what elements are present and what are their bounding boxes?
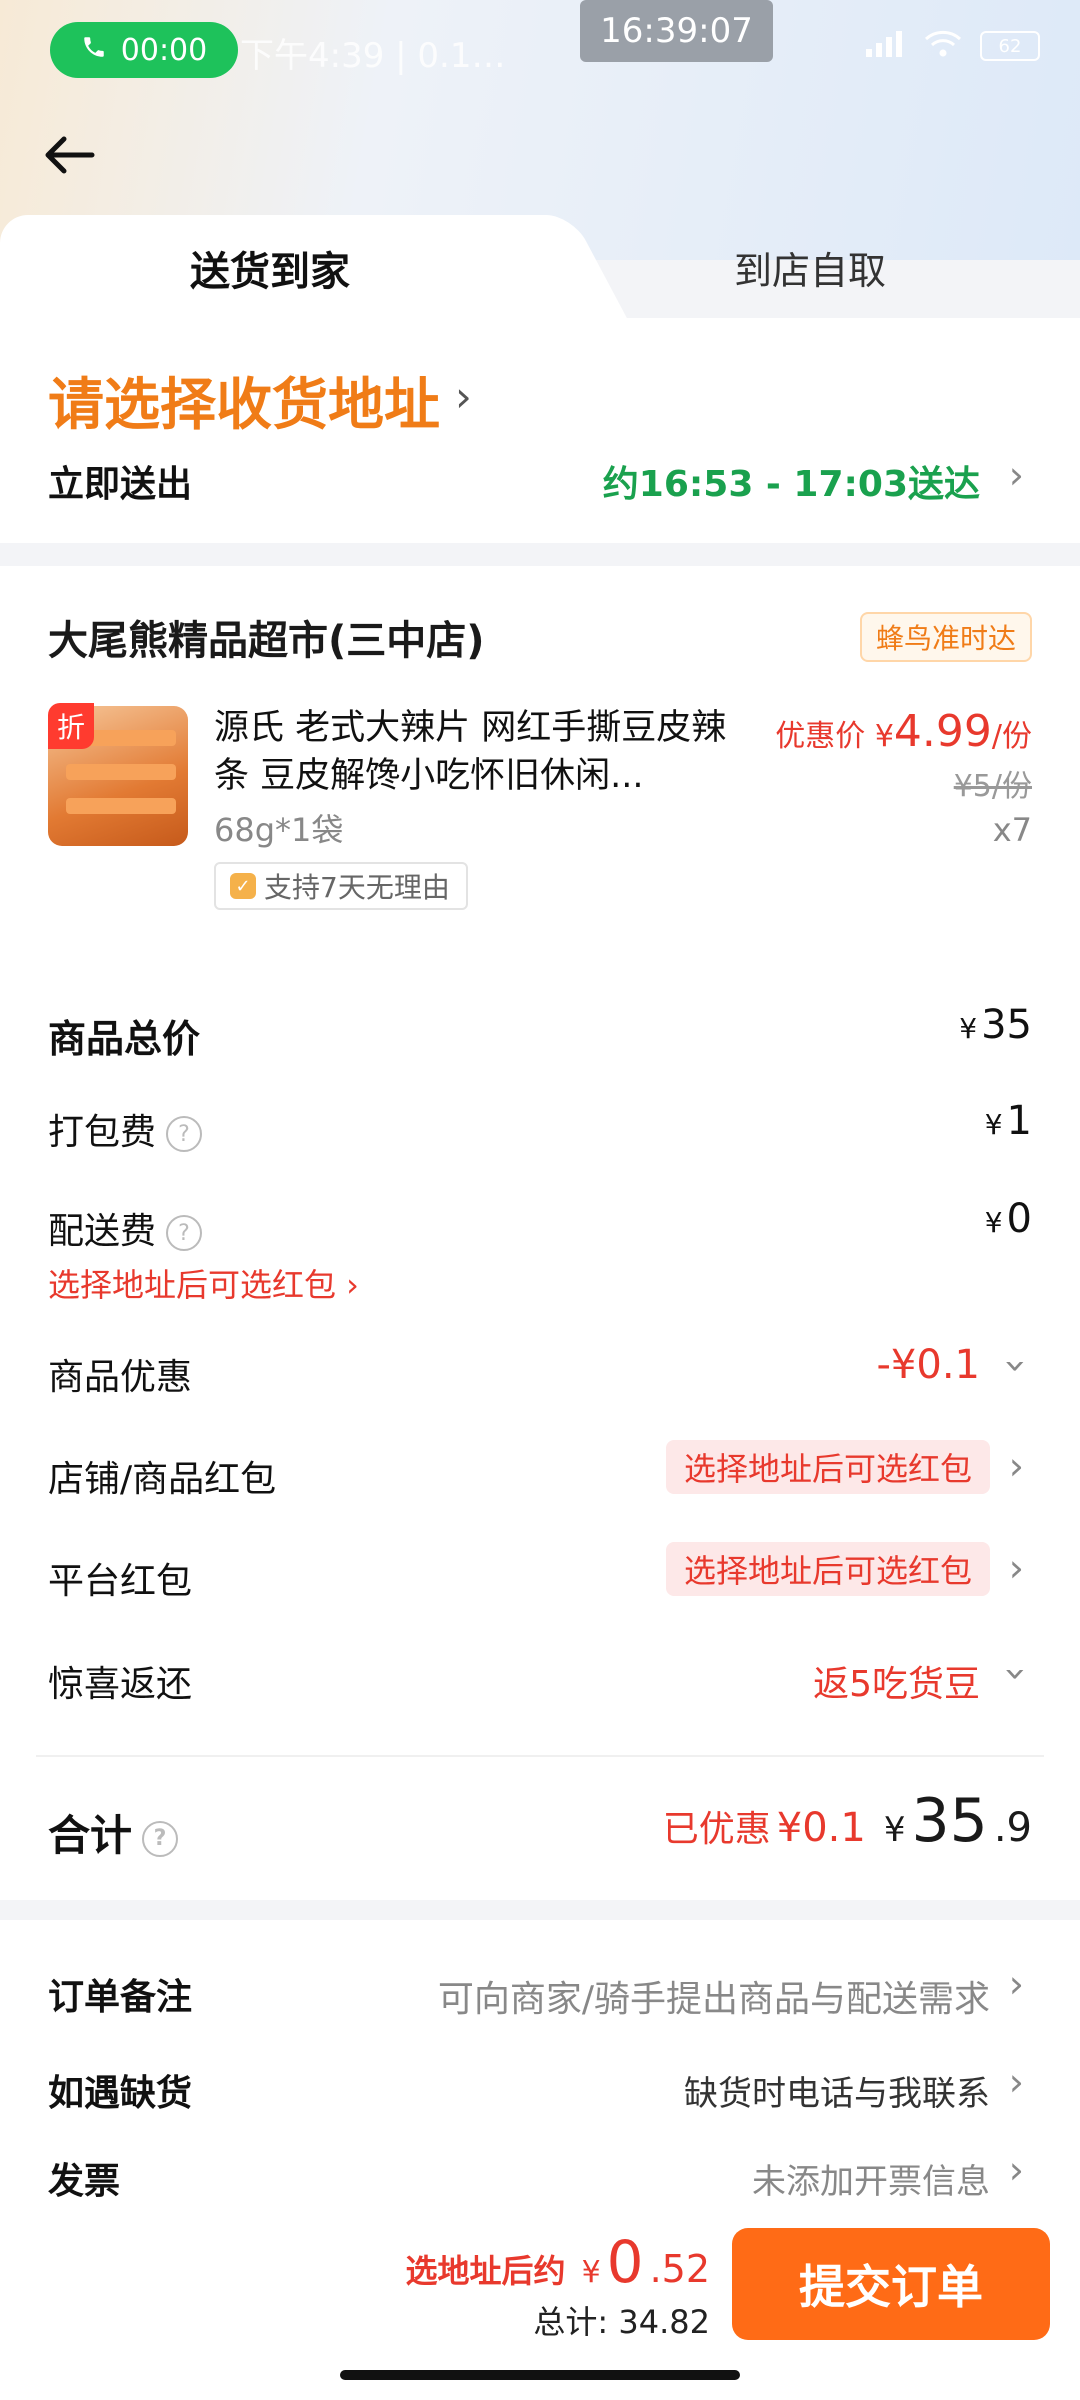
surprise-value[interactable]: 返5吃货豆	[813, 1655, 980, 1707]
tab-delivery-label: 送货到家	[190, 248, 350, 295]
help-icon[interactable]: ?	[166, 1215, 203, 1251]
discount-value[interactable]: -¥0.1	[877, 1342, 981, 1388]
delivery-redpacket-link[interactable]: 选择地址后可选红包 ›	[48, 1260, 359, 1306]
select-address-link[interactable]: 请选择收货地址	[48, 360, 440, 441]
delivery-tabs: 到店自取 送货到家	[0, 215, 1080, 320]
total-value: 已优惠 ¥0.1 ¥ 35 .9	[663, 1786, 1032, 1856]
chevron-down-icon[interactable]: ›	[994, 1666, 1038, 1681]
chevron-right-icon: ›	[1008, 1546, 1024, 1590]
price-label: 优惠价	[775, 719, 866, 754]
packing-fee-amount: 1	[1006, 1098, 1032, 1144]
quantity: x7	[992, 811, 1032, 849]
order-note-label: 订单备注	[48, 1977, 193, 2018]
stockout-label: 如遇缺货	[48, 2073, 193, 2114]
price-block: 优惠价 ¥4.99/份 ¥5/份 x7	[775, 706, 1032, 849]
help-icon[interactable]: ?	[142, 1820, 179, 1857]
chevron-right-icon: ›	[1008, 2148, 1024, 2192]
dispatch-label: 立即送出	[48, 464, 193, 505]
chevron-right-icon: ›	[1008, 1962, 1024, 2006]
discount-tag: 折	[48, 703, 94, 749]
status-clock: 16:39:07	[580, 0, 773, 62]
total-amount-dec: .9	[993, 1805, 1032, 1851]
packing-fee-value: ¥1	[984, 1098, 1032, 1144]
estimate-amount-dec: .52	[649, 2247, 710, 2291]
return-policy-badge: ✓ 支持7天无理由	[214, 862, 468, 910]
price-value: 4.99	[893, 706, 992, 757]
grand-total: 总计: 34.82	[533, 2303, 710, 2341]
total-label-text: 合计	[48, 1811, 133, 1860]
phone-icon	[81, 33, 107, 68]
estimate-currency: ¥	[581, 2255, 601, 2290]
battery-icon: 62	[980, 31, 1040, 61]
packing-fee-label: 打包费?	[48, 1103, 203, 1155]
status-icons: 62	[866, 30, 1040, 62]
goods-total-value: ¥35	[959, 1002, 1032, 1048]
price-currency: ¥	[874, 719, 894, 754]
price-unit: /份	[991, 719, 1032, 754]
order-note-value[interactable]: 可向商家/骑手提出商品与配送需求	[438, 1970, 990, 2022]
product-title[interactable]: 源氏 老式大辣片 网红手撕豆皮辣条 豆皮解馋小吃怀旧休闲...	[214, 704, 734, 800]
shop-name[interactable]: 大尾熊精品超市(三中店)	[48, 608, 485, 666]
goods-total-label: 商品总价	[48, 1017, 201, 1061]
return-policy-text: 支持7天无理由	[264, 871, 450, 904]
discount-price: 优惠价 ¥4.99/份	[775, 706, 1032, 757]
tab-pickup[interactable]: 到店自取	[540, 215, 1080, 320]
signal-icon	[866, 31, 906, 61]
total-label: 合计?	[48, 1802, 179, 1863]
stockout-value[interactable]: 缺货时电话与我联系	[684, 2066, 990, 2115]
packing-fee-text: 打包费	[48, 1112, 157, 1153]
delivery-fee-text: 配送费	[48, 1211, 157, 1252]
tab-delivery[interactable]: 送货到家	[0, 215, 540, 320]
help-icon[interactable]: ?	[166, 1116, 203, 1152]
shield-icon: ✓	[230, 873, 256, 899]
divider	[36, 1755, 1044, 1757]
delivery-fee-value: ¥0	[984, 1196, 1032, 1242]
shop-redpacket-tag[interactable]: 选择地址后可选红包	[665, 1440, 990, 1494]
delivery-tag: 蜂鸟准时达	[859, 612, 1032, 662]
chevron-right-icon: ›	[1008, 1444, 1024, 1488]
invoice-label: 发票	[48, 2161, 121, 2202]
discount-label: 商品优惠	[48, 1357, 193, 1398]
call-time: 00:00	[120, 32, 208, 68]
chevron-right-icon: ›	[455, 372, 472, 421]
estimate-price: 选地址后约 ¥ 0 .52	[406, 2228, 710, 2296]
chevron-down-icon[interactable]: ›	[994, 1358, 1038, 1373]
back-button[interactable]	[40, 125, 100, 185]
estimate-label: 选地址后约	[405, 2252, 566, 2290]
shop-redpacket-label: 店铺/商品红包	[48, 1459, 277, 1500]
total-amount-int: 35	[911, 1786, 988, 1856]
eta-value[interactable]: 约16:53 - 17:03送达	[603, 455, 980, 507]
saved-amount: ¥0.1	[776, 1805, 866, 1851]
original-price: ¥5/份	[953, 769, 1032, 804]
estimate-amount-int: 0	[606, 2228, 644, 2296]
delivery-fee-label: 配送费?	[48, 1202, 203, 1254]
platform-redpacket-label: 平台红包	[48, 1561, 193, 1602]
home-indicator[interactable]	[340, 2370, 740, 2380]
platform-redpacket-tag[interactable]: 选择地址后可选红包	[665, 1542, 990, 1596]
product-spec: 68g*1袋	[214, 811, 344, 849]
arrow-left-icon	[45, 136, 95, 174]
chevron-right-icon: ›	[1008, 453, 1024, 497]
surprise-label: 惊喜返还	[48, 1664, 193, 1705]
wifi-icon	[924, 30, 962, 62]
delivery-fee-amount: 0	[1006, 1196, 1032, 1242]
goods-total-amount: 35	[981, 1002, 1032, 1048]
call-indicator[interactable]: 00:00	[50, 22, 238, 78]
invoice-value[interactable]: 未添加开票信息	[752, 2154, 990, 2203]
chevron-right-icon: ›	[1008, 2060, 1024, 2104]
total-currency: ¥	[883, 1810, 906, 1850]
status-left-text: 下午4:39 | 0.1…	[240, 36, 506, 76]
submit-order-button[interactable]: 提交订单	[732, 2228, 1050, 2340]
saved-label: 已优惠	[662, 1809, 771, 1850]
